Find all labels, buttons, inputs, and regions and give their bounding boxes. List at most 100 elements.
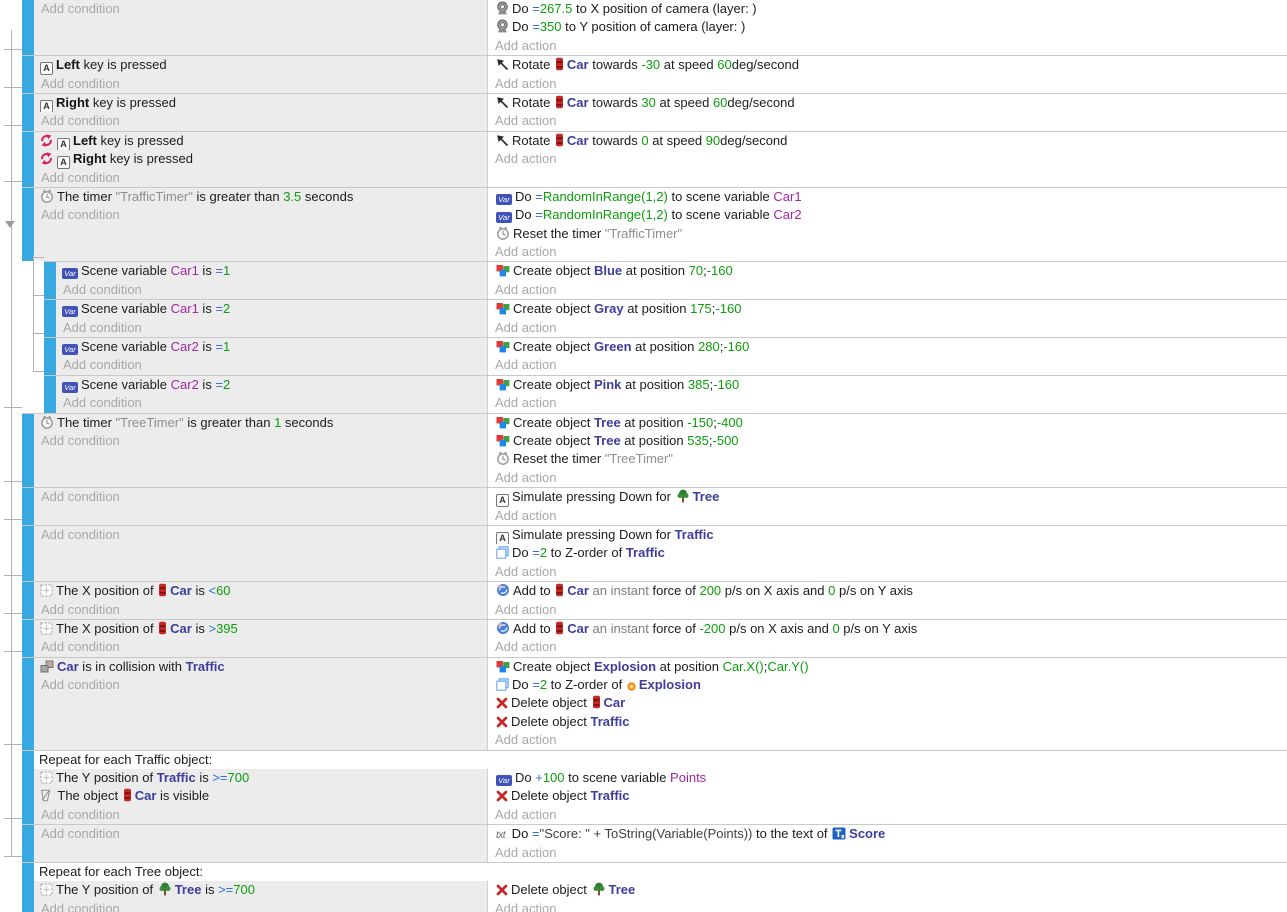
- action-row[interactable]: Reset the timer "TreeTimer": [488, 450, 1287, 468]
- add-condition-link[interactable]: Add condition: [34, 526, 487, 544]
- create-icon: [496, 658, 510, 676]
- add-condition-link[interactable]: Add condition: [56, 356, 487, 374]
- condition-row[interactable]: VarScene variable Car2 is =1: [56, 338, 487, 356]
- add-condition-link[interactable]: Add condition: [34, 206, 487, 224]
- condition-row[interactable]: The timer "TreeTimer" is greater than 1 …: [34, 414, 487, 432]
- action-row[interactable]: Delete object Traffic: [488, 713, 1287, 731]
- condition-row[interactable]: ALeft key is pressed: [34, 132, 487, 150]
- collapse-arrow-icon[interactable]: [5, 221, 15, 228]
- action-row[interactable]: Delete object Tree: [488, 881, 1287, 899]
- action-row[interactable]: Create object Tree at position -150;-400: [488, 414, 1287, 432]
- add-action-link[interactable]: Add action: [488, 356, 1287, 374]
- add-condition-link[interactable]: Add condition: [34, 488, 487, 506]
- condition-row[interactable]: The X position of Car is <60: [34, 582, 487, 600]
- var-icon: Var: [62, 300, 78, 318]
- action-row[interactable]: VarDo =RandomInRange(1,2) to scene varia…: [488, 188, 1287, 206]
- action-row[interactable]: Create object Blue at position 70;-160: [488, 262, 1287, 280]
- action-row[interactable]: Create object Green at position 280;-160: [488, 338, 1287, 356]
- action-row[interactable]: Rotate Car towards 0 at speed 90deg/seco…: [488, 132, 1287, 150]
- position-icon: [40, 620, 53, 638]
- add-action-link[interactable]: Add action: [488, 112, 1287, 130]
- add-action-link[interactable]: Add action: [488, 507, 1287, 525]
- add-condition-link[interactable]: Add condition: [34, 75, 487, 93]
- add-condition-link[interactable]: Add condition: [34, 638, 487, 656]
- action-row[interactable]: Delete object Car: [488, 694, 1287, 712]
- add-action-link[interactable]: Add action: [488, 900, 1287, 912]
- add-action-link[interactable]: Add action: [488, 563, 1287, 581]
- condition-row[interactable]: ARight key is pressed: [34, 94, 487, 112]
- add-action-link[interactable]: Add action: [488, 319, 1287, 337]
- condition-row[interactable]: The timer "TrafficTimer" is greater than…: [34, 188, 487, 206]
- token: to scene variable: [668, 207, 774, 222]
- add-action-link[interactable]: Add action: [488, 469, 1287, 487]
- action-row[interactable]: Reset the timer "TrafficTimer": [488, 225, 1287, 243]
- add-condition-link[interactable]: Add condition: [56, 394, 487, 412]
- actions-cell: Add to Car an instant force of -200 p/s …: [488, 620, 1287, 657]
- action-row[interactable]: Rotate Car towards 30 at speed 60deg/sec…: [488, 94, 1287, 112]
- add-condition-link[interactable]: Add condition: [34, 112, 487, 130]
- condition-row[interactable]: VarScene variable Car1 is =2: [56, 300, 487, 318]
- add-condition-link[interactable]: Add condition: [34, 825, 487, 843]
- add-condition-link[interactable]: Add condition: [34, 0, 487, 18]
- action-row[interactable]: Do =2 to Z-order of Traffic: [488, 544, 1287, 562]
- add-action-link[interactable]: Add action: [488, 37, 1287, 55]
- condition-row[interactable]: The object Car is visible: [34, 787, 487, 805]
- action-row[interactable]: Do =2 to Z-order of Explosion: [488, 676, 1287, 694]
- action-row[interactable]: ASimulate pressing Down for Traffic: [488, 526, 1287, 544]
- add-action-link[interactable]: Add action: [488, 394, 1287, 412]
- add-condition-link[interactable]: Add condition: [34, 900, 487, 912]
- add-condition-link[interactable]: Add condition: [34, 601, 487, 619]
- action-row[interactable]: Rotate Car towards -30 at speed 60deg/se…: [488, 56, 1287, 74]
- event: ARight key is pressedAdd conditionRotate…: [22, 93, 1287, 131]
- action-row[interactable]: Add to Car an instant force of 200 p/s o…: [488, 582, 1287, 600]
- action-row[interactable]: Add to Car an instant force of -200 p/s …: [488, 620, 1287, 638]
- add-action-link[interactable]: Add action: [488, 281, 1287, 299]
- add-condition-link[interactable]: Add condition: [34, 676, 487, 694]
- condition-row[interactable]: The Y position of Tree is >=700: [34, 881, 487, 899]
- action-row[interactable]: Delete object Traffic: [488, 787, 1287, 805]
- add-action-link[interactable]: Add action: [488, 243, 1287, 261]
- add-action-link[interactable]: Add action: [488, 150, 1287, 168]
- add-action-link[interactable]: Add action: [488, 731, 1287, 749]
- condition-row[interactable]: The X position of Car is >395: [34, 620, 487, 638]
- add-action-link[interactable]: Add action: [488, 638, 1287, 656]
- condition-row[interactable]: The Y position of Traffic is >=700: [34, 769, 487, 787]
- action-row[interactable]: VarDo =RandomInRange(1,2) to scene varia…: [488, 206, 1287, 224]
- condition-row[interactable]: VarScene variable Car2 is =2: [56, 376, 487, 394]
- key-icon: A: [40, 56, 53, 74]
- action-row[interactable]: txt Do ="Score: " + ToString(Variable(Po…: [488, 825, 1287, 843]
- gutter-line: [4, 613, 22, 614]
- add-condition-link[interactable]: Add condition: [56, 281, 487, 299]
- token: 200: [699, 583, 721, 598]
- camera-icon: [496, 18, 509, 36]
- action-row[interactable]: Create object Gray at position 175;-160: [488, 300, 1287, 318]
- add-action-link[interactable]: Add action: [488, 75, 1287, 93]
- action-row[interactable]: Do =350 to Y position of camera (layer: …: [488, 18, 1287, 36]
- token: >=: [218, 882, 233, 897]
- add-action-link[interactable]: Add action: [488, 806, 1287, 824]
- condition-row[interactable]: ALeft key is pressed: [34, 56, 487, 74]
- action-row[interactable]: Do =267.5 to X position of camera (layer…: [488, 0, 1287, 18]
- condition-row[interactable]: VarScene variable Car1 is =1: [56, 262, 487, 280]
- condition-row[interactable]: Car is in collision with Traffic: [34, 658, 487, 676]
- add-condition-link[interactable]: Add condition: [56, 319, 487, 337]
- add-condition-link[interactable]: Add condition: [34, 432, 487, 450]
- add-condition-link[interactable]: Add condition: [34, 169, 487, 187]
- repeat-header[interactable]: Repeat for each Tree object:: [34, 863, 1287, 881]
- add-action-link[interactable]: Add action: [488, 601, 1287, 619]
- action-row[interactable]: Create object Explosion at position Car.…: [488, 658, 1287, 676]
- token: =: [532, 826, 540, 841]
- token: Car: [567, 95, 589, 110]
- action-row[interactable]: Create object Pink at position 385;-160: [488, 376, 1287, 394]
- token: Car: [567, 583, 589, 598]
- action-row[interactable]: VarDo +100 to scene variable Points: [488, 769, 1287, 787]
- action-row[interactable]: Create object Tree at position 535;-500: [488, 432, 1287, 450]
- action-row[interactable]: ASimulate pressing Down for Tree: [488, 488, 1287, 506]
- add-condition-link[interactable]: Add condition: [34, 806, 487, 824]
- repeat-header[interactable]: Repeat for each Traffic object:: [34, 751, 1287, 769]
- token: 3.5: [283, 189, 301, 204]
- token: The timer: [57, 189, 116, 204]
- add-action-link[interactable]: Add action: [488, 844, 1287, 862]
- condition-row[interactable]: ARight key is pressed: [34, 150, 487, 168]
- gutter-line: [4, 481, 22, 482]
